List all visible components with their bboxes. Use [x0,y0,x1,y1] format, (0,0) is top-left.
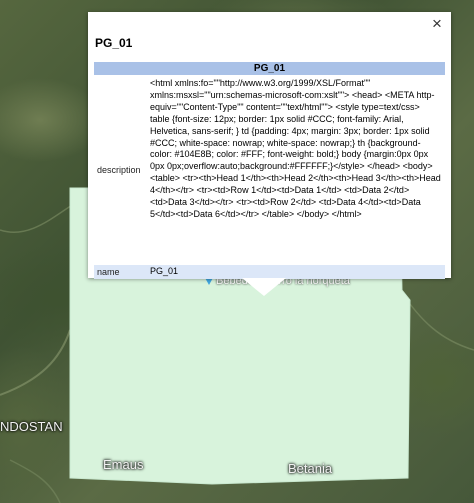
row-value: PG_01 [150,266,179,276]
info-balloon: × PG_01 PG_01 description <html xmlns:fo… [88,12,451,279]
map-label-betania: Betania [288,461,333,476]
table-row-name: name PG_01 [94,265,445,279]
balloon-title: PG_01 [95,36,133,50]
table-row-description: description <html xmlns:fo=""http://www.… [94,75,445,265]
balloon-pointer [242,278,286,296]
row-value: <html xmlns:fo=""http://www.w3.org/1999/… [150,78,441,219]
attribute-table-header: PG_01 [94,62,445,75]
close-icon[interactable]: × [429,15,445,32]
attribute-table: PG_01 description <html xmlns:fo=""http:… [94,62,445,279]
map-label-ndostan: NDOSTAN [0,419,63,434]
row-key: description [97,165,141,175]
map-label-emaus: Emaus [103,457,144,472]
row-key: name [97,267,120,277]
